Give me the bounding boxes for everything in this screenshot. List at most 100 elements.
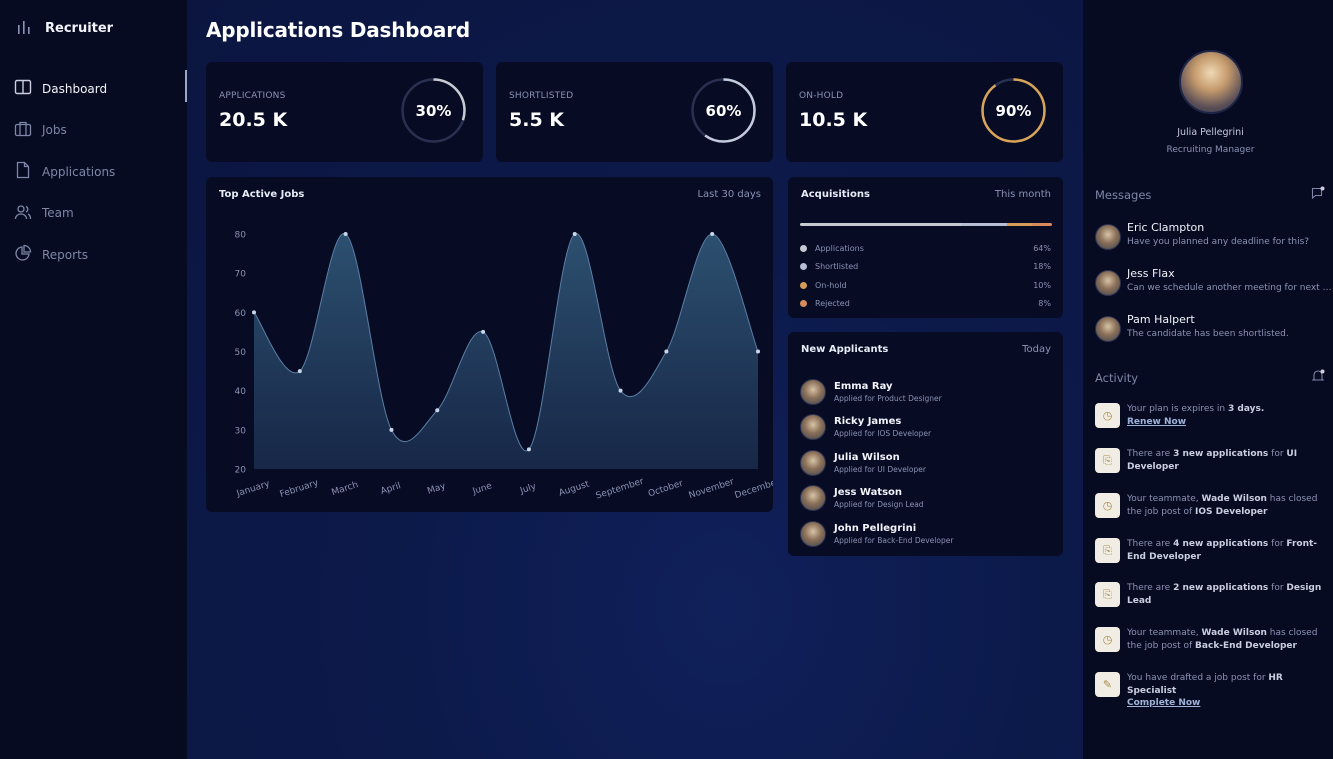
document-icon: ⎘	[1095, 538, 1120, 563]
legend-dot	[800, 281, 807, 289]
period-selector[interactable]: Today	[1022, 344, 1051, 355]
applicant-role: Applied for Design Lead	[834, 500, 924, 510]
sidebar-item-dashboard[interactable]: Dashboard	[0, 68, 187, 110]
x-tick-label: March	[330, 480, 359, 498]
data-point[interactable]	[389, 427, 394, 432]
activity-fragment: You have drafted a job post for	[1127, 673, 1269, 683]
y-tick-label: 40	[235, 387, 247, 397]
activity-text: There are 2 new applications for Design …	[1127, 582, 1327, 607]
data-point[interactable]	[481, 329, 486, 334]
activity-text: Your plan is expires in 3 days. Renew Now	[1127, 403, 1327, 428]
activity-highlight: Wade Wilson	[1201, 494, 1267, 504]
sidebar-item-label: Dashboard	[42, 81, 108, 96]
sidebar: Recruiter Dashboard Jobs Applications Te…	[0, 0, 187, 759]
applicant-row[interactable]: John Pellegrini Applied for Back-End Deve…	[800, 516, 1050, 552]
applicant-role: Applied for Product Designer	[834, 393, 942, 403]
avatar	[800, 485, 826, 512]
legend-label: Shortlisted	[815, 262, 859, 272]
message-item[interactable]: Jess Flax Can we schedule another meetin…	[1095, 267, 1333, 303]
brand[interactable]: Recruiter	[16, 19, 113, 38]
legend-item: Shortlisted 18%	[800, 258, 1051, 277]
data-point[interactable]	[664, 349, 669, 354]
avatar	[1095, 224, 1121, 250]
applicant-row[interactable]: Julia Wilson Applied for UI Developer	[800, 445, 1050, 481]
data-point[interactable]	[710, 232, 715, 236]
message-item[interactable]: Eric Clampton Have you planned any deadl…	[1095, 221, 1327, 257]
applicant-row[interactable]: Emma Ray Applied for Product Designer	[800, 374, 1050, 410]
progress-percent: 30%	[415, 101, 452, 120]
sidebar-item-label: Jobs	[42, 123, 67, 138]
acquisition-bar	[800, 223, 1052, 226]
acquisitions-card: Acquisitions This month Applications 64%…	[788, 177, 1063, 318]
stat-card-shortlisted[interactable]: SHORTLISTED 5.5 K 60%	[496, 62, 773, 162]
legend-percent: 18%	[1033, 262, 1051, 272]
y-tick-label: 30	[235, 426, 247, 436]
stat-card-applications[interactable]: APPLICATIONS 20.5 K 30%	[206, 62, 483, 162]
acquisition-bar-segment	[1031, 223, 1052, 226]
profile-avatar[interactable]	[1179, 50, 1243, 114]
activity-text: Your teammate, Wade Wilson has closed th…	[1127, 627, 1327, 652]
message-preview: Have you planned any deadline for this?	[1127, 237, 1310, 247]
clock-icon: ◷	[1095, 627, 1120, 652]
stat-value: 20.5 K	[219, 109, 288, 131]
applicant-row[interactable]: Ricky James Applied for IOS Developer	[800, 410, 1050, 446]
legend-percent: 10%	[1033, 280, 1051, 290]
sidebar-item-reports[interactable]: Reports	[0, 234, 187, 276]
applicant-name: John Pellegrini	[834, 522, 917, 534]
data-point[interactable]	[572, 232, 577, 236]
legend-dot	[800, 263, 807, 271]
data-point[interactable]	[343, 232, 348, 236]
applicant-role: Applied for UI Developer	[834, 464, 926, 474]
brand-name: Recruiter	[45, 21, 114, 36]
legend-item: Rejected 8%	[800, 295, 1051, 314]
applicant-row[interactable]: Jess Watson Applied for Design Lead	[800, 481, 1050, 517]
activity-highlight: 4 new applications	[1173, 539, 1269, 549]
applicant-name: Julia Wilson	[834, 451, 900, 463]
activity-link[interactable]: Complete Now	[1127, 697, 1327, 710]
chart-area	[254, 233, 758, 469]
legend-dot	[800, 244, 807, 252]
sidebar-item-applications[interactable]: Applications	[0, 151, 187, 193]
legend-percent: 8%	[1038, 299, 1051, 309]
y-tick-label: 60	[235, 309, 247, 319]
activity-fragment: There are	[1127, 449, 1174, 459]
legend-label: Rejected	[815, 299, 850, 309]
x-tick-label: November	[688, 477, 736, 501]
data-point[interactable]	[435, 408, 440, 413]
book-icon	[14, 78, 32, 99]
top-active-jobs-card: Top Active Jobs Last 30 days 20 30 40 50 60 7…	[206, 177, 773, 512]
avatar	[800, 449, 826, 476]
activity-highlight: Wade Wilson	[1201, 628, 1267, 638]
stat-card-on-hold[interactable]: ON-HOLD 10.5 K 90%	[786, 62, 1063, 162]
activity-fragment: There are	[1127, 539, 1174, 549]
page-title: Applications Dashboard	[206, 18, 471, 42]
sidebar-item-label: Team	[42, 206, 74, 221]
avatar	[800, 414, 826, 441]
acquisition-bar-segment	[800, 223, 962, 226]
data-point[interactable]	[252, 310, 256, 315]
x-tick-label: February	[279, 478, 321, 500]
avatar	[800, 520, 826, 547]
message-item[interactable]: Pam Halpert The candidate has been short…	[1095, 313, 1327, 349]
pie-chart-icon	[14, 244, 32, 265]
data-point[interactable]	[756, 349, 760, 354]
message-bell-icon[interactable]	[1311, 186, 1325, 200]
card-title: Acquisitions	[801, 189, 870, 200]
bell-icon[interactable]	[1311, 369, 1325, 383]
activity-highlight: 3 days.	[1228, 404, 1265, 414]
legend-percent: 64%	[1033, 243, 1051, 253]
data-point[interactable]	[297, 369, 302, 374]
legend-label: On-hold	[815, 280, 847, 290]
data-point[interactable]	[526, 447, 531, 452]
data-point[interactable]	[618, 388, 623, 393]
sidebar-item-team[interactable]: Team	[0, 193, 187, 235]
new-applicants-card: New Applicants Today Emma Ray Applied for…	[788, 332, 1063, 556]
sidebar-item-jobs[interactable]: Jobs	[0, 110, 187, 152]
x-tick-label: June	[471, 481, 494, 497]
activity-link[interactable]: Renew Now	[1127, 416, 1327, 429]
acquisition-bar-segment	[961, 223, 1007, 226]
activity-fragment: for	[1268, 583, 1287, 593]
period-selector[interactable]: This month	[995, 189, 1051, 200]
profile-name: Julia Pellegrini	[1177, 127, 1244, 138]
profile-role: Recruiting Manager	[1166, 145, 1255, 155]
